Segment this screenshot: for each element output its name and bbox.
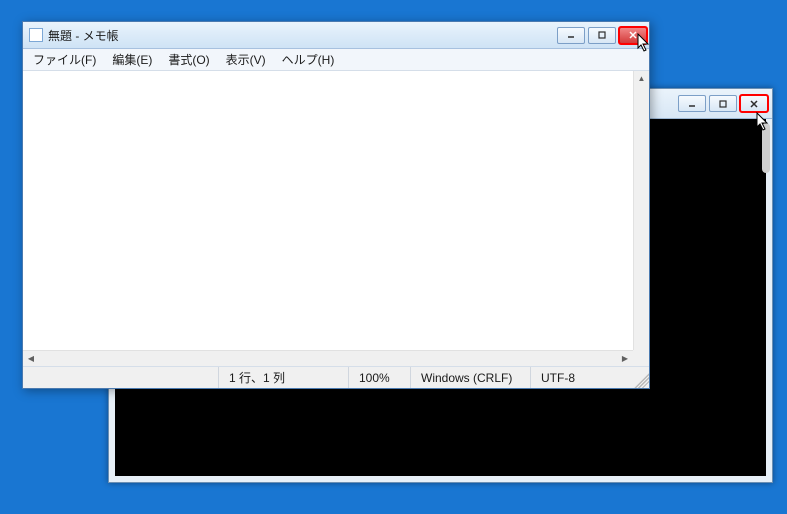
- notepad-minimize-button[interactable]: [557, 27, 585, 44]
- scroll-right-icon[interactable]: ▶: [618, 352, 632, 366]
- status-eol: Windows (CRLF): [410, 367, 530, 388]
- menu-view[interactable]: 表示(V): [218, 49, 274, 70]
- scroll-up-icon[interactable]: ▲: [635, 72, 649, 86]
- bg-close-button[interactable]: [740, 95, 768, 112]
- notepad-horizontal-scrollbar[interactable]: ◀ ▶: [23, 350, 633, 366]
- menu-edit[interactable]: 編集(E): [104, 49, 160, 70]
- notepad-vertical-scrollbar[interactable]: ▲: [633, 71, 649, 350]
- notepad-app-icon: [29, 28, 43, 42]
- background-window-controls: [678, 95, 768, 112]
- menu-help[interactable]: ヘルプ(H): [274, 49, 343, 70]
- resize-grip[interactable]: [633, 367, 649, 388]
- scrollbar-corner: [633, 350, 649, 366]
- scroll-left-icon[interactable]: ◀: [24, 352, 38, 366]
- bg-minimize-button[interactable]: [678, 95, 706, 112]
- notepad-statusbar: 1 行、1 列 100% Windows (CRLF) UTF-8: [23, 366, 649, 388]
- menu-format[interactable]: 書式(O): [160, 49, 217, 70]
- notepad-close-button[interactable]: [619, 27, 647, 44]
- notepad-maximize-button[interactable]: [588, 27, 616, 44]
- status-zoom: 100%: [348, 367, 410, 388]
- status-encoding: UTF-8: [530, 367, 633, 388]
- notepad-title: 無題 - メモ帳: [48, 27, 557, 44]
- background-window-scrollbar[interactable]: [762, 123, 770, 173]
- notepad-menubar: ファイル(F) 編集(E) 書式(O) 表示(V) ヘルプ(H): [23, 49, 649, 71]
- menu-file[interactable]: ファイル(F): [25, 49, 104, 70]
- bg-maximize-button[interactable]: [709, 95, 737, 112]
- notepad-window: 無題 - メモ帳 ファイル(F) 編集(E) 書式(O) 表示(V) ヘルプ(H…: [22, 21, 650, 389]
- notepad-textarea[interactable]: [23, 71, 633, 350]
- notepad-window-controls: [557, 27, 647, 44]
- status-position: 1 行、1 列: [218, 367, 348, 388]
- notepad-titlebar[interactable]: 無題 - メモ帳: [23, 22, 649, 49]
- notepad-body: ▲ ◀ ▶: [23, 71, 649, 366]
